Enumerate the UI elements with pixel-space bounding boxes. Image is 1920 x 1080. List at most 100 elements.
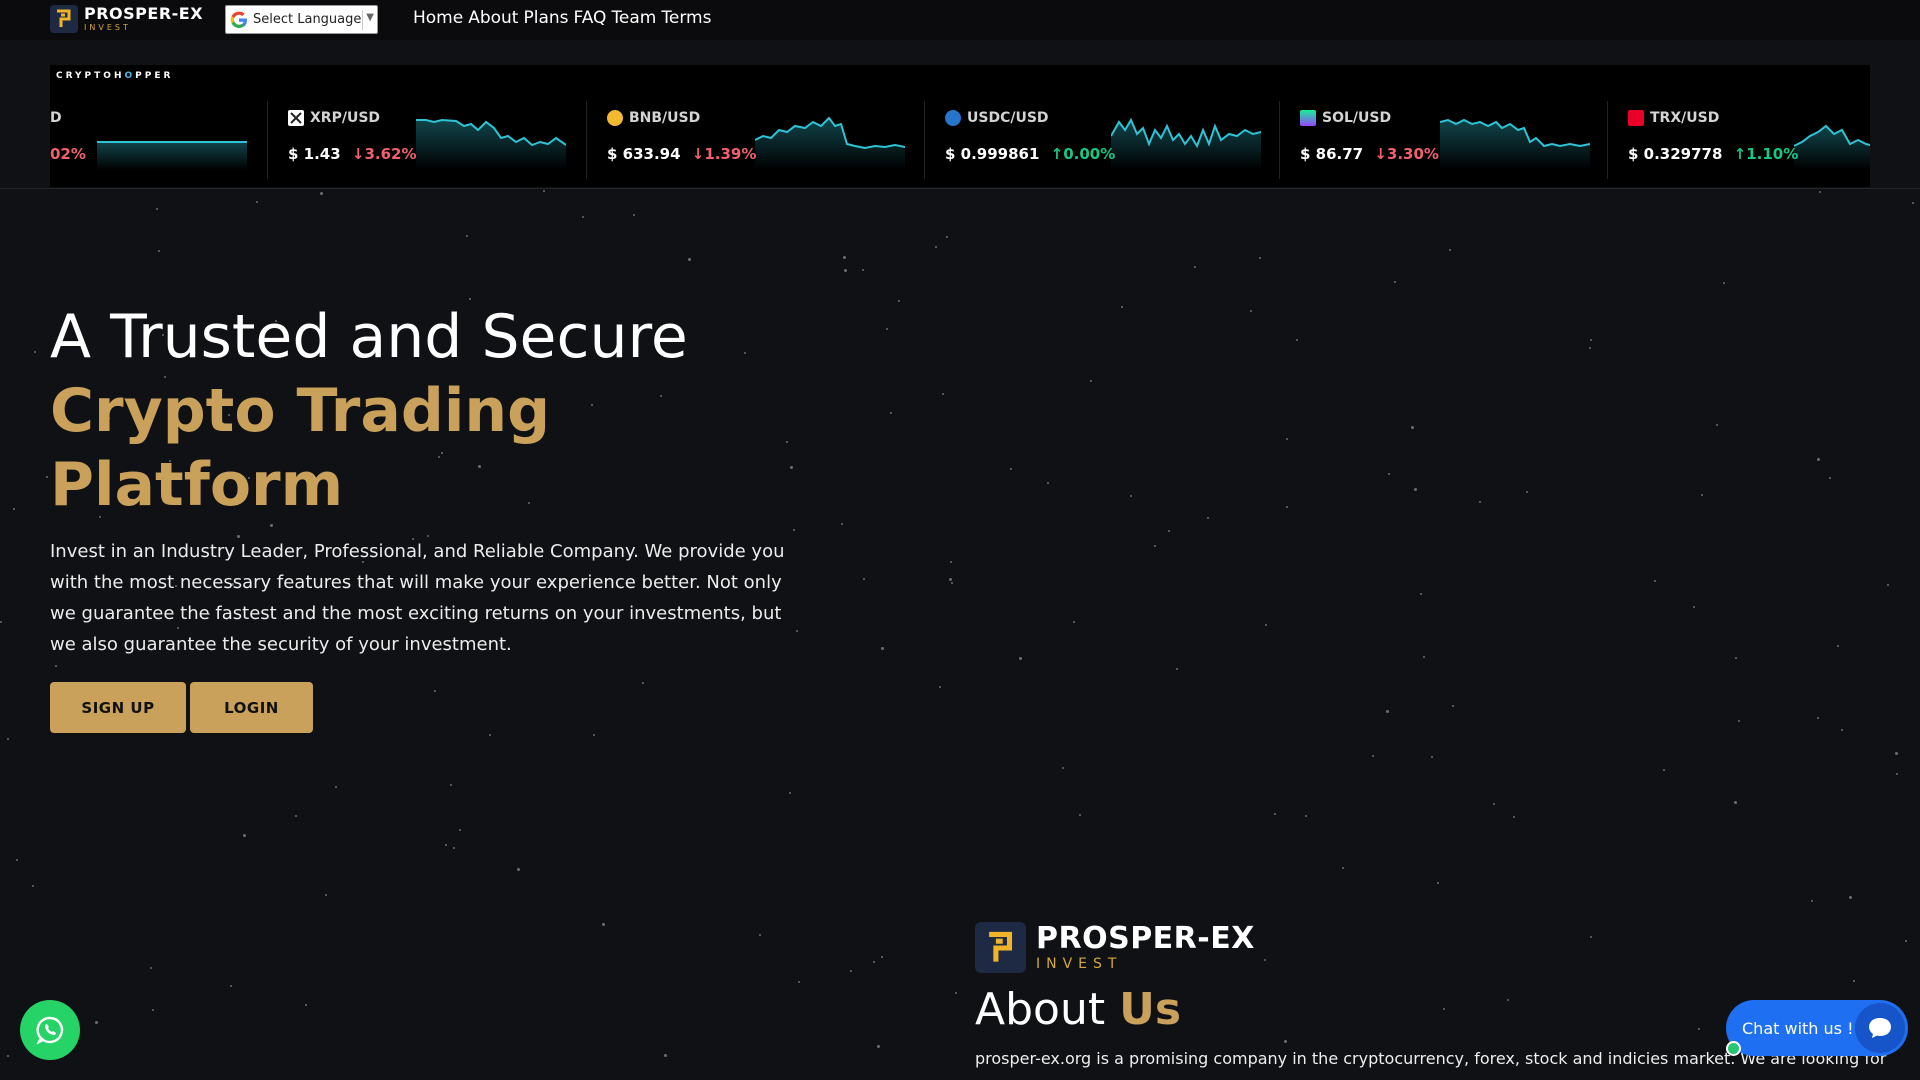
star-dot (1079, 814, 1081, 816)
ticker-pair: SOL/USD (1322, 110, 1392, 126)
ticker-item[interactable]: TRX/USD $ 0.329778 ↑1.10% (1628, 100, 1870, 178)
star-dot (230, 985, 232, 987)
star-dot (1437, 882, 1439, 884)
star-dot (1154, 545, 1156, 547)
star-dot (158, 250, 160, 252)
star-dot (950, 561, 952, 563)
ticker-price: $ 0.329778 (1628, 145, 1723, 163)
ticker-divider (586, 101, 587, 179)
signup-button[interactable]: SIGN UP (50, 682, 186, 733)
trx-icon (1628, 110, 1644, 126)
ticker-item[interactable]: XRP/USD $ 1.43 ↓3.62% (288, 100, 588, 178)
ticker-change-wrap: ↓3.62% (351, 145, 417, 163)
dropdown-arrow-icon: ▼ (366, 12, 374, 23)
whatsapp-icon (36, 1016, 64, 1045)
star-dot (582, 216, 584, 218)
chat-widget[interactable]: Chat with us !! (1726, 1000, 1908, 1056)
ticker-brand[interactable]: CRYPTOHOPPER (56, 71, 173, 81)
star-dot (1274, 813, 1276, 815)
star-dot (1010, 468, 1012, 470)
star-dot (1420, 593, 1422, 595)
star-dot (445, 844, 447, 846)
chat-bubble-icon[interactable] (1855, 1003, 1905, 1053)
star-dot (798, 981, 800, 983)
hero-description: Invest in an Industry Leader, Profession… (50, 541, 785, 655)
star-dot (946, 236, 948, 238)
star-dot (1207, 517, 1209, 519)
star-dot (955, 992, 957, 994)
star-dot (877, 1045, 880, 1048)
star-dot (1388, 473, 1390, 475)
star-dot (1372, 755, 1374, 757)
ticker-change: 02% (50, 145, 86, 163)
ticker-change: 3.30% (1386, 145, 1439, 163)
star-dot (1305, 815, 1307, 817)
ticker-change: 3.62% (364, 145, 417, 163)
star-dot (1168, 530, 1170, 532)
ticker-divider (1279, 101, 1280, 179)
star-dot (1654, 580, 1656, 582)
nav-home[interactable]: Home (413, 8, 463, 28)
ticker-change: 1.39% (704, 145, 757, 163)
ticker-item[interactable]: D 02% (50, 100, 260, 178)
star-dot (881, 956, 883, 958)
language-label: Select Language (253, 12, 362, 27)
star-dot (517, 868, 520, 871)
star-dot (951, 582, 953, 584)
ticker-divider (924, 101, 925, 179)
language-select[interactable]: Select Language ▼ (225, 5, 378, 34)
star-dot (602, 923, 605, 926)
online-status-dot (1726, 1041, 1741, 1056)
login-button[interactable]: LOGIN (190, 682, 313, 733)
nav-plans[interactable]: Plans (523, 8, 568, 28)
bnb-icon (607, 110, 623, 126)
brand-logo[interactable]: PROSPER-EX INVEST (50, 5, 203, 33)
ticker-pair: TRX/USD (1650, 110, 1720, 126)
star-dot (1817, 458, 1820, 461)
star-dot (243, 834, 246, 837)
nav-about[interactable]: About (468, 8, 518, 28)
ticker-price: $ 1.43 (288, 145, 341, 163)
ticker-divider (267, 101, 268, 179)
brand-name: PROSPER-EX (84, 4, 204, 23)
hero-section: A Trusted and Secure Crypto Trading Plat… (50, 300, 810, 733)
star-dot (939, 686, 941, 688)
sparkline (1794, 124, 1870, 170)
ticker-item[interactable]: SOL/USD $ 86.77 ↓3.30% (1300, 100, 1620, 178)
ticker-change: 0.00% (1063, 145, 1116, 163)
whatsapp-button[interactable] (20, 1000, 80, 1060)
star-dot (841, 523, 843, 525)
star-dot (1895, 752, 1898, 755)
star-dot (1887, 584, 1889, 586)
brand-name: PROSPER-EX (1036, 921, 1255, 956)
brand-tagline: INVEST (84, 23, 131, 32)
star-dot (16, 859, 18, 861)
nav-faq[interactable]: FAQ (574, 8, 607, 28)
brand-tagline: INVEST (1036, 956, 1123, 972)
star-dot (459, 829, 461, 831)
ticker-item[interactable]: USDC/USD $ 0.999861 ↑0.00% (945, 100, 1285, 178)
star-dot (1259, 257, 1261, 259)
ticker-item[interactable]: BNB/USD $ 633.94 ↓1.39% (607, 100, 937, 178)
ticker-price: $ 633.94 (607, 145, 681, 163)
star-dot (1819, 191, 1821, 193)
header-divider (0, 188, 1920, 189)
google-icon (230, 11, 247, 28)
star-dot (1062, 767, 1064, 769)
star-dot (1849, 896, 1852, 899)
star-dot (1286, 506, 1288, 508)
star-dot (32, 885, 34, 887)
star-dot (1735, 657, 1737, 659)
nav-terms[interactable]: Terms (661, 8, 711, 28)
star-dot (305, 1004, 307, 1006)
star-dot (759, 934, 761, 936)
nav-team[interactable]: Team (611, 8, 656, 28)
star-dot (1479, 501, 1481, 503)
star-dot (1130, 495, 1132, 497)
star-dot (1817, 717, 1819, 719)
hero-title: A Trusted and Secure (50, 302, 688, 372)
star-dot (1414, 488, 1417, 491)
star-dot (295, 815, 297, 817)
star-dot (898, 300, 900, 302)
star-dot (1265, 624, 1267, 626)
